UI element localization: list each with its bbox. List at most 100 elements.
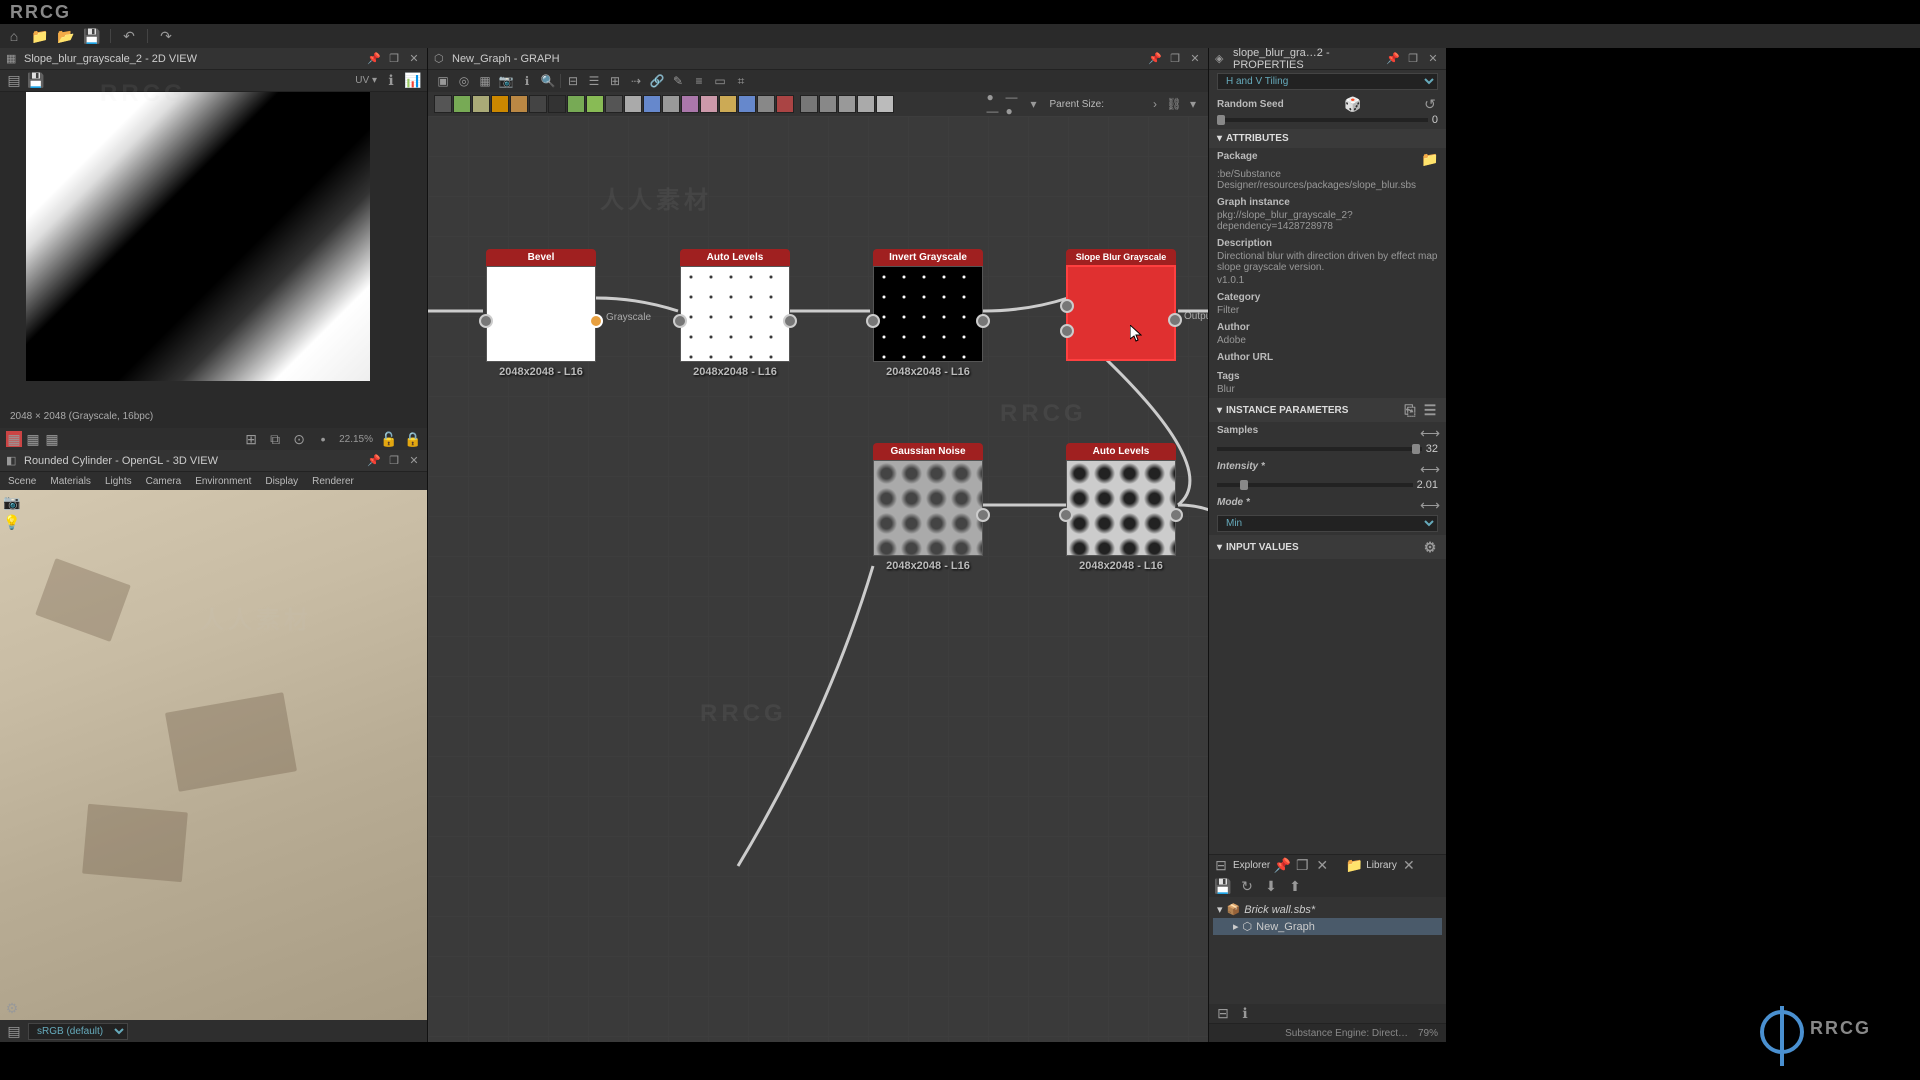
- input-port[interactable]: [479, 314, 493, 328]
- swatch-red[interactable]: [776, 95, 794, 113]
- swatch-g2[interactable]: [819, 95, 837, 113]
- view3d-viewport[interactable]: 📷 💡 ⚙: [0, 490, 427, 1020]
- search-icon[interactable]: 🔍: [539, 72, 557, 90]
- swatch-lime[interactable]: [586, 95, 604, 113]
- menu-materials[interactable]: Materials: [50, 476, 91, 487]
- node-autolevels1[interactable]: Auto Levels 2048x2048 - L16: [680, 249, 790, 378]
- view2d-canvas-area[interactable]: 2048 × 2048 (Grayscale, 16bpc): [0, 92, 427, 428]
- view2d-zoom[interactable]: 22.15%: [339, 434, 373, 445]
- node-autolevels2[interactable]: Auto Levels 2048x2048 - L16: [1066, 443, 1176, 572]
- swatch-g5[interactable]: [876, 95, 894, 113]
- redo-icon[interactable]: ↷: [158, 28, 174, 44]
- info-icon[interactable]: ℹ: [1237, 1006, 1253, 1022]
- select-icon[interactable]: ▣: [434, 72, 452, 90]
- open-icon[interactable]: 📁: [32, 28, 48, 44]
- restore-icon[interactable]: ❐: [1294, 857, 1310, 873]
- mode-select[interactable]: Min: [1217, 515, 1438, 532]
- unlock-icon[interactable]: 🔓: [381, 431, 397, 447]
- swatch-blue[interactable]: [643, 95, 661, 113]
- properties-tab-header[interactable]: ◈ slope_blur_gra…2 - PROPERTIES 📌 ❐ ✕: [1209, 48, 1446, 70]
- close-icon[interactable]: ✕: [407, 454, 421, 468]
- layers3d-icon[interactable]: ▤: [6, 1023, 22, 1039]
- output-port[interactable]: [1168, 313, 1182, 327]
- expand-icon[interactable]: ›: [1146, 95, 1164, 113]
- undo-icon[interactable]: ↶: [121, 28, 137, 44]
- filter-icon[interactable]: ▦: [25, 431, 41, 447]
- menu-camera[interactable]: Camera: [146, 476, 182, 487]
- folder-icon[interactable]: 📁: [1346, 857, 1362, 873]
- reset-icon[interactable]: ↺: [1422, 96, 1438, 112]
- link-icon[interactable]: 🔗: [648, 72, 666, 90]
- close-icon[interactable]: ✕: [407, 52, 421, 66]
- node-invert[interactable]: Invert Grayscale 2048x2048 - L16: [873, 249, 983, 378]
- output-port[interactable]: [783, 314, 797, 328]
- pin-icon[interactable]: 📌: [367, 52, 381, 66]
- swatch-g4[interactable]: [857, 95, 875, 113]
- swatch-olive[interactable]: [472, 95, 490, 113]
- settings-icon[interactable]: ⚙: [4, 1000, 20, 1016]
- swatch-gold[interactable]: [719, 95, 737, 113]
- restore-icon[interactable]: ❐: [1168, 52, 1182, 66]
- swatch-green2[interactable]: [567, 95, 585, 113]
- input-port[interactable]: [1059, 508, 1073, 522]
- tile-icon[interactable]: ▦: [44, 431, 60, 447]
- gear-icon[interactable]: ⚙: [1422, 539, 1438, 555]
- output-port[interactable]: [976, 508, 990, 522]
- node-gaussian[interactable]: Gaussian Noise 2048x2048 - L16: [873, 443, 983, 572]
- dice-icon[interactable]: 🎲: [1345, 96, 1361, 112]
- view2d-tab-header[interactable]: ▦ Slope_blur_grayscale_2 - 2D VIEW 📌 ❐ ✕: [0, 48, 427, 70]
- output-icon[interactable]: —●: [1006, 95, 1024, 113]
- input-port-grayscale[interactable]: [1060, 299, 1074, 313]
- tiling-select[interactable]: H and V Tiling: [1217, 73, 1438, 90]
- frame-icon[interactable]: ▭: [711, 72, 729, 90]
- snap-icon[interactable]: ⧉: [267, 431, 283, 447]
- camera-icon[interactable]: 📷: [497, 72, 515, 90]
- align-icon[interactable]: ≡: [690, 72, 708, 90]
- chain-icon[interactable]: ⛓: [1165, 95, 1183, 113]
- hierarchy-icon[interactable]: ⊟: [1215, 1006, 1231, 1022]
- grid-icon[interactable]: ⊞: [243, 431, 259, 447]
- hierarchy-icon[interactable]: ⊟: [564, 72, 582, 90]
- image-icon[interactable]: ▦: [476, 72, 494, 90]
- tree-file[interactable]: ▾ 📦 Brick wall.sbs*: [1213, 901, 1442, 918]
- lock-icon[interactable]: 🔒: [405, 431, 421, 447]
- menu-renderer[interactable]: Renderer: [312, 476, 354, 487]
- colorspace-select[interactable]: sRGB (default): [28, 1023, 128, 1040]
- pin-icon[interactable]: 📌: [1274, 857, 1290, 873]
- input-values-header[interactable]: ▾ INPUT VALUES ⚙: [1209, 535, 1446, 559]
- menu-display[interactable]: Display: [265, 476, 298, 487]
- swatch-purple[interactable]: [681, 95, 699, 113]
- channels-icon[interactable]: ▦: [6, 431, 22, 447]
- center-icon[interactable]: ⊙: [291, 431, 307, 447]
- swatch-g3[interactable]: [838, 95, 856, 113]
- attributes-header[interactable]: ▾ ATTRIBUTES: [1209, 129, 1446, 148]
- tree-graph[interactable]: ▸ ⬡ New_Graph: [1213, 918, 1442, 935]
- input-icon[interactable]: ●—: [987, 95, 1005, 113]
- instance-params-header[interactable]: ▾ INSTANCE PARAMETERS ⎘ ☰: [1209, 398, 1446, 422]
- dropdown-icon[interactable]: ▾: [1025, 95, 1043, 113]
- tree-icon[interactable]: ⊟: [1213, 857, 1229, 873]
- menu-scene[interactable]: Scene: [8, 476, 36, 487]
- view3d-tab-header[interactable]: ◧ Rounded Cylinder - OpenGL - 3D VIEW 📌 …: [0, 450, 427, 472]
- swatch-gray3[interactable]: [757, 95, 775, 113]
- restore-icon[interactable]: ❐: [387, 454, 401, 468]
- swatch-darker[interactable]: [548, 95, 566, 113]
- save-icon[interactable]: 💾: [1215, 878, 1231, 894]
- input-port[interactable]: [673, 314, 687, 328]
- graph-canvas[interactable]: Bevel Grayscale 2048x2048 - L16 Auto Lev…: [428, 116, 1208, 1042]
- home-icon[interactable]: ⌂: [6, 28, 22, 44]
- menu-environment[interactable]: Environment: [195, 476, 251, 487]
- import-icon[interactable]: ⬇: [1263, 878, 1279, 894]
- dot-icon[interactable]: •: [315, 431, 331, 447]
- crop-icon[interactable]: ⌗: [732, 72, 750, 90]
- input-port-slope[interactable]: [1060, 324, 1074, 338]
- swatch-tan[interactable]: [510, 95, 528, 113]
- output-port[interactable]: [589, 314, 603, 328]
- close-icon[interactable]: ✕: [1401, 857, 1417, 873]
- swatch-orange[interactable]: [491, 95, 509, 113]
- menu-icon[interactable]: ☰: [1422, 402, 1438, 418]
- samples-slider[interactable]: [1217, 447, 1422, 451]
- folder-open-icon[interactable]: 📂: [58, 28, 74, 44]
- pin-icon[interactable]: 📌: [1148, 52, 1162, 66]
- node-bevel[interactable]: Bevel Grayscale 2048x2048 - L16: [486, 249, 596, 378]
